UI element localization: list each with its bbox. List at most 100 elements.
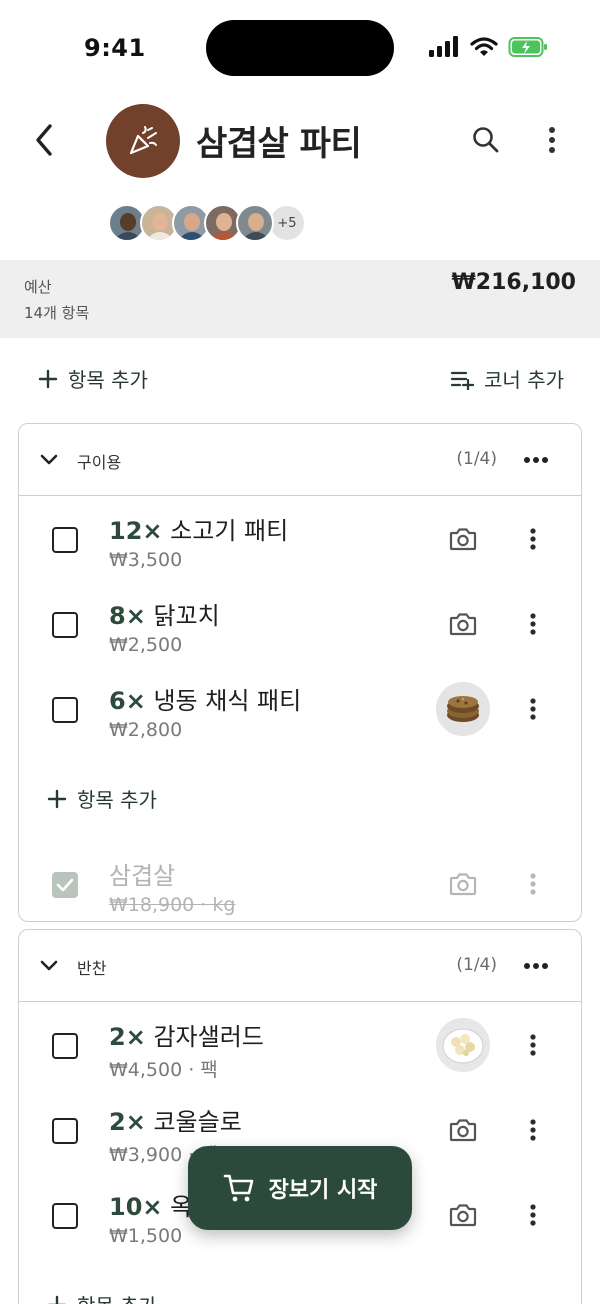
item-price: ₩2,800 xyxy=(109,719,183,741)
item-qty: 12× xyxy=(109,517,163,545)
list-item-checked[interactable]: 삼겹살 ₩18,900 · kg xyxy=(19,842,581,921)
status-bar: 9:41 xyxy=(0,0,600,96)
chevron-down-icon xyxy=(40,454,58,465)
list-item[interactable]: 6× 냉동 채식 패티 ₩2,800 xyxy=(19,667,581,752)
section-name: 반찬 xyxy=(77,959,107,978)
more-vertical-icon xyxy=(530,698,536,720)
item-more-button[interactable] xyxy=(521,521,545,557)
item-name: 12× 소고기 패티 xyxy=(109,511,288,546)
item-name: 2× 코울슬로 xyxy=(109,1102,242,1137)
item-price: ₩18,900 · kg xyxy=(109,894,236,916)
system-icons xyxy=(428,36,548,58)
item-title: 감자샐러드 xyxy=(153,1023,264,1051)
party-popper-icon xyxy=(129,126,157,155)
item-checkbox[interactable] xyxy=(52,697,78,723)
header: 삼겹살 파티 +5 xyxy=(0,96,600,256)
add-photo-button[interactable] xyxy=(443,866,483,902)
section-sides: 반찬 (1/4) 2× 감자샐러드 ₩4,500 · 팩 2× 코울슬로 ₩3,… xyxy=(18,929,582,1304)
add-photo-button[interactable] xyxy=(443,1197,483,1233)
party-avatar[interactable] xyxy=(106,104,180,178)
add-photo-button[interactable] xyxy=(443,606,483,642)
section-add-item[interactable]: 항목 추가 xyxy=(19,762,581,834)
search-icon xyxy=(473,127,499,153)
item-qty: 2× xyxy=(109,1023,146,1051)
shopping-cart-icon xyxy=(223,1174,253,1202)
more-vertical-icon xyxy=(530,873,536,895)
section-more-button[interactable] xyxy=(521,952,551,980)
add-corner-button[interactable]: 코너 추가 xyxy=(450,364,564,393)
item-checkbox-checked[interactable] xyxy=(52,872,78,898)
item-checkbox[interactable] xyxy=(52,1033,78,1059)
item-checkbox[interactable] xyxy=(52,612,78,638)
section-header[interactable]: 반찬 (1/4) xyxy=(19,930,581,1002)
start-shopping-button[interactable]: 장보기 시작 xyxy=(188,1146,412,1230)
add-item-button[interactable]: 항목 추가 xyxy=(47,1290,157,1304)
more-vertical-icon xyxy=(530,528,536,550)
collapse-toggle[interactable] xyxy=(35,446,63,474)
add-item-label: 항목 추가 xyxy=(68,368,148,392)
list-item[interactable]: 8× 닭꼬치 ₩2,500 xyxy=(19,582,581,667)
add-item-button[interactable]: 항목 추가 xyxy=(47,784,157,813)
add-item-label: 항목 추가 xyxy=(77,1290,157,1304)
item-more-button[interactable] xyxy=(521,1112,545,1148)
item-title: 삼겹살 xyxy=(109,862,176,890)
add-photo-button[interactable] xyxy=(443,521,483,557)
chevron-down-icon xyxy=(40,960,58,971)
item-qty: 2× xyxy=(109,1108,146,1136)
item-more-button[interactable] xyxy=(521,606,545,642)
add-item-button[interactable]: 항목 추가 xyxy=(38,364,148,393)
plus-icon xyxy=(38,369,58,388)
budget-amount: ₩216,100 xyxy=(451,270,576,295)
signal-icon xyxy=(429,36,458,57)
search-button[interactable] xyxy=(464,118,508,162)
section-grill: 구이용 (1/4) 12× 소고기 패티 ₩3,500 8× 닭꼬치 ₩2,50… xyxy=(18,423,582,922)
item-checkbox[interactable] xyxy=(52,1118,78,1144)
section-progress: (1/4) xyxy=(456,955,497,975)
chevron-left-icon xyxy=(36,124,52,156)
item-name: 2× 감자샐러드 xyxy=(109,1017,264,1052)
item-qty: 6× xyxy=(109,687,146,715)
item-more-button[interactable] xyxy=(521,866,545,902)
dynamic-island xyxy=(206,20,394,76)
section-name: 구이용 xyxy=(77,453,122,472)
item-price: ₩2,500 xyxy=(109,634,183,656)
more-vertical-icon xyxy=(549,127,555,153)
more-horizontal-icon xyxy=(524,963,548,969)
collapse-toggle[interactable] xyxy=(35,952,63,980)
item-more-button[interactable] xyxy=(521,1027,545,1063)
add-corner-label: 코너 추가 xyxy=(484,368,564,392)
more-vertical-icon xyxy=(530,1119,536,1141)
item-price: ₩3,500 xyxy=(109,549,183,571)
budget-label: 예산 xyxy=(24,278,52,296)
item-more-button[interactable] xyxy=(521,691,545,727)
item-checkbox[interactable] xyxy=(52,1203,78,1229)
camera-icon xyxy=(449,613,477,636)
section-more-button[interactable] xyxy=(521,446,551,474)
item-qty: 10× xyxy=(109,1193,163,1221)
item-checkbox[interactable] xyxy=(52,527,78,553)
list-item[interactable]: 12× 소고기 패티 ₩3,500 xyxy=(19,497,581,582)
playlist-add-icon xyxy=(450,371,475,390)
member-avatars[interactable]: +5 xyxy=(108,204,306,244)
section-progress: (1/4) xyxy=(456,449,497,469)
section-add-item[interactable]: 항목 추가 xyxy=(19,1268,581,1304)
item-title: 소고기 패티 xyxy=(170,517,289,545)
section-header[interactable]: 구이용 (1/4) xyxy=(19,424,581,496)
list-item[interactable]: 2× 감자샐러드 ₩4,500 · 팩 xyxy=(19,1003,581,1088)
item-photo-thumbnail[interactable] xyxy=(436,1018,490,1072)
item-photo-thumbnail[interactable] xyxy=(436,682,490,736)
item-qty: 8× xyxy=(109,602,146,630)
more-vertical-icon xyxy=(530,613,536,635)
back-button[interactable] xyxy=(22,114,66,166)
more-vertical-icon xyxy=(530,1204,536,1226)
item-count: 14개 항목 xyxy=(24,304,90,322)
member-avatar[interactable] xyxy=(236,204,274,242)
item-more-button[interactable] xyxy=(521,1197,545,1233)
camera-icon xyxy=(449,873,477,896)
add-photo-button[interactable] xyxy=(443,1112,483,1148)
plus-icon xyxy=(47,1295,67,1304)
page-title: 삼겹살 파티 xyxy=(196,124,362,164)
budget-summary: 예산 14개 항목 ₩216,100 xyxy=(0,260,600,338)
add-item-label: 항목 추가 xyxy=(77,788,157,812)
more-options-button[interactable] xyxy=(530,118,574,162)
